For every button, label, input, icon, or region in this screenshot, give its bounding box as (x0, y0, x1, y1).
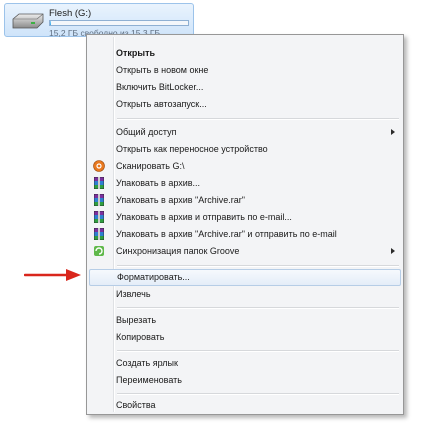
menu-separator (117, 307, 399, 309)
drive-tile[interactable]: Flesh (G:) 15,2 ГБ свободно из 15,3 ГБ (4, 3, 194, 38)
menu-item-scan[interactable]: Сканировать G:\ (89, 158, 401, 175)
menu-item-open-portable[interactable]: Открыть как переносное устройство (89, 141, 401, 158)
drive-usage-fill (50, 21, 52, 25)
menu-item-copy[interactable]: Копировать (89, 329, 401, 346)
winrar-icon (94, 228, 104, 240)
menu-item-add-archive[interactable]: Упаковать в архив... (89, 175, 401, 192)
menu-item-eject[interactable]: Извлечь (89, 286, 401, 303)
red-arrow-icon (24, 269, 81, 281)
menu-item-open-new-window[interactable]: Открыть в новом окне (89, 62, 401, 79)
menu-item-cut[interactable]: Вырезать (89, 312, 401, 329)
menu-item-autoplay[interactable]: Открыть автозапуск... (89, 96, 401, 113)
drive-name: Flesh (G:) (49, 8, 92, 19)
groove-icon (94, 246, 104, 256)
context-menu: Открыть Открыть в новом окне Включить Bi… (86, 34, 404, 415)
submenu-arrow-icon (391, 129, 395, 135)
menu-item-sharing[interactable]: Общий доступ (89, 124, 401, 141)
menu-separator (117, 118, 399, 120)
menu-separator (117, 265, 399, 267)
menu-item-properties[interactable]: Свойства (89, 397, 401, 414)
menu-item-open[interactable]: Открыть (89, 45, 401, 62)
antivirus-icon (93, 160, 105, 172)
menu-item-archive-email[interactable]: Упаковать в архив и отправить по e-mail.… (89, 209, 401, 226)
menu-item-rename[interactable]: Переименовать (89, 372, 401, 389)
submenu-arrow-icon (391, 248, 395, 254)
menu-item-bitlocker[interactable]: Включить BitLocker... (89, 79, 401, 96)
menu-item-format[interactable]: Форматировать... (89, 269, 401, 286)
menu-item-create-shortcut[interactable]: Создать ярлык (89, 355, 401, 372)
menu-separator (117, 350, 399, 352)
usb-drive-icon (12, 13, 44, 29)
menu-item-archive-rar-email[interactable]: Упаковать в архив "Archive.rar" и отправ… (89, 226, 401, 243)
menu-separator (117, 393, 399, 395)
drive-usage-bar (49, 20, 189, 26)
winrar-icon (94, 177, 104, 189)
winrar-icon (94, 194, 104, 206)
menu-item-add-archive-rar[interactable]: Упаковать в архив "Archive.rar" (89, 192, 401, 209)
winrar-icon (94, 211, 104, 223)
menu-item-groove-sync[interactable]: Синхронизация папок Groove (89, 243, 401, 260)
